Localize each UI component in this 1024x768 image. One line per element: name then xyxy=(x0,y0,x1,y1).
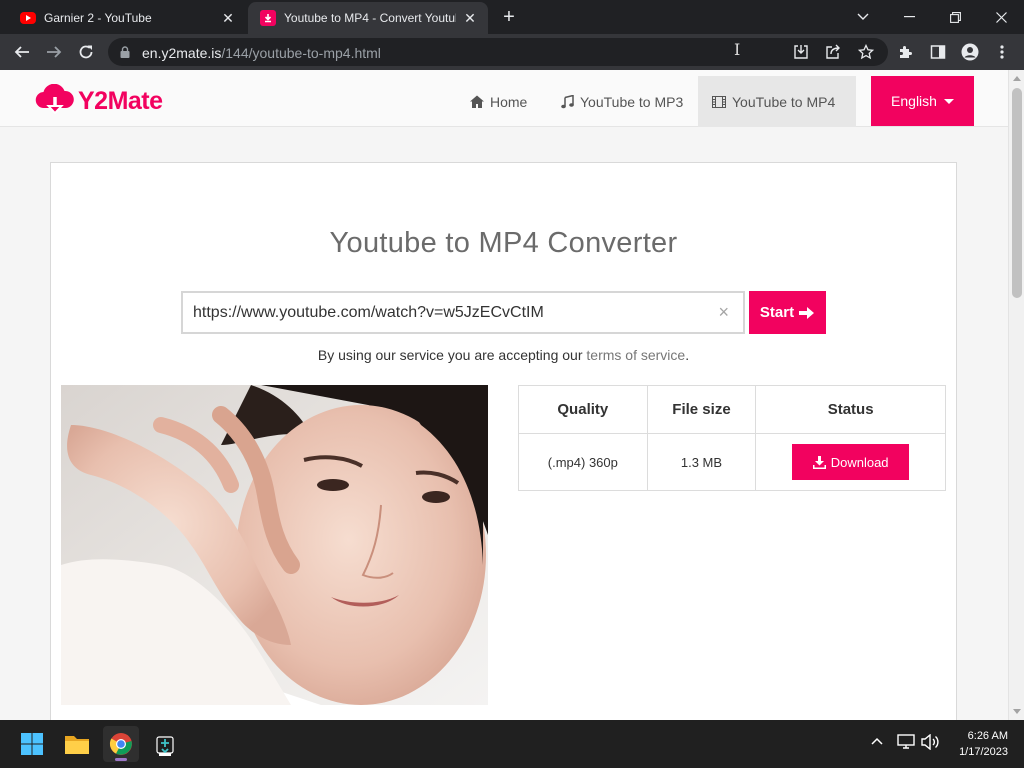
profile-avatar-icon[interactable] xyxy=(958,40,982,64)
clock-time: 6:26 AM xyxy=(967,730,1008,742)
share-icon[interactable] xyxy=(821,40,845,64)
clock-date: 1/17/2023 xyxy=(959,746,1008,758)
chrome-menu-icon[interactable] xyxy=(990,40,1014,64)
scrollbar-thumb[interactable] xyxy=(1012,88,1022,298)
cell-file-size: 1.3 MB xyxy=(646,433,757,491)
page-title: Youtube to MP4 Converter xyxy=(329,227,678,259)
nav-mp4-label: YouTube to MP4 xyxy=(732,93,836,110)
bookmark-star-icon[interactable] xyxy=(854,40,878,64)
close-window-button[interactable] xyxy=(978,0,1024,34)
clear-input-icon[interactable]: × xyxy=(718,302,729,323)
show-hidden-icons-chevron-icon[interactable] xyxy=(870,734,884,753)
browser-toolbar: en.y2mate.is/144/youtube-to-mp4.html xyxy=(0,34,1024,70)
site-logo[interactable]: Y2Mate xyxy=(34,84,163,118)
address-bar[interactable]: en.y2mate.is/144/youtube-to-mp4.html xyxy=(108,38,888,66)
install-app-icon[interactable] xyxy=(789,40,813,64)
nav-youtube-to-mp3[interactable]: YouTube to MP3 xyxy=(547,76,697,127)
home-icon xyxy=(470,95,484,108)
url-input[interactable] xyxy=(193,302,703,324)
terms-suffix: . xyxy=(685,347,690,363)
download-icon xyxy=(812,455,826,469)
back-icon[interactable] xyxy=(10,40,34,64)
new-tab-button[interactable]: + xyxy=(498,7,520,28)
browser-tab-y2mate[interactable]: Youtube to MP4 - Convert Youtub ✕ xyxy=(248,2,488,34)
tab-search-icon[interactable] xyxy=(840,0,886,34)
extensions-puzzle-icon[interactable] xyxy=(894,40,918,64)
tab-title: Youtube to MP4 - Convert Youtub xyxy=(284,11,456,25)
terms-notice: By using our service you are accepting o… xyxy=(51,347,956,363)
volume-icon[interactable] xyxy=(921,733,939,755)
close-tab-icon[interactable]: ✕ xyxy=(462,10,478,26)
header-status: Status xyxy=(755,385,946,434)
terms-prefix: By using our service you are accepting o… xyxy=(317,347,583,363)
restore-button[interactable] xyxy=(932,0,978,34)
text-cursor-icon: I xyxy=(734,40,741,59)
chrome-app-icon[interactable] xyxy=(103,726,139,762)
music-note-icon xyxy=(561,94,574,108)
windows-taskbar: 6:26 AM 1/17/2023 xyxy=(0,720,1024,768)
start-label: Start xyxy=(759,304,795,321)
results-table: Quality File size Status (.mp4) 360p 1.3… xyxy=(518,385,946,491)
header-file-size: File size xyxy=(646,385,757,434)
start-button[interactable]: Start xyxy=(749,291,826,334)
lock-icon xyxy=(120,46,130,58)
language-label: English xyxy=(891,93,937,109)
table-header-row: Quality File size Status xyxy=(518,385,946,434)
scroll-down-icon[interactable] xyxy=(1013,709,1021,714)
forward-icon[interactable] xyxy=(42,40,66,64)
reload-icon[interactable] xyxy=(74,40,98,64)
url-text: en.y2mate.is/144/youtube-to-mp4.html xyxy=(142,45,381,61)
close-tab-icon[interactable]: ✕ xyxy=(220,10,236,26)
film-icon xyxy=(712,95,726,108)
cell-status: Download xyxy=(755,433,946,491)
arrow-right-icon xyxy=(799,306,815,319)
download-button[interactable]: Download xyxy=(792,444,910,480)
page-scrollbar[interactable] xyxy=(1008,70,1024,720)
y2mate-favicon-icon xyxy=(260,10,276,26)
nav-home[interactable]: Home xyxy=(456,76,541,127)
cell-quality: (.mp4) 360p xyxy=(518,433,648,491)
url-input-box[interactable]: × xyxy=(181,291,745,334)
terms-of-service-link[interactable]: terms of service xyxy=(586,347,685,363)
logo-text: Y2Mate xyxy=(78,86,163,115)
nav-home-label: Home xyxy=(490,93,528,110)
table-row: (.mp4) 360p 1.3 MB Download xyxy=(518,433,946,491)
system-clock[interactable]: 6:26 AM 1/17/2023 xyxy=(959,728,1008,760)
start-menu-icon[interactable] xyxy=(14,726,50,762)
header-quality: Quality xyxy=(518,385,648,434)
youtube-favicon-icon xyxy=(20,12,36,24)
site-navbar: Y2Mate Home YouTube to MP3 YouTube to MP… xyxy=(0,70,1008,127)
tab-strip: Garnier 2 - YouTube ✕ Youtube to MP4 - C… xyxy=(0,0,1024,34)
browser-tab-youtube[interactable]: Garnier 2 - YouTube ✕ xyxy=(8,2,246,34)
minimize-button[interactable] xyxy=(886,0,932,34)
side-panel-icon[interactable] xyxy=(926,40,950,64)
active-app-indicator xyxy=(115,758,127,761)
converter-card: Youtube to MP4 Converter × Start By usin… xyxy=(50,162,957,720)
file-explorer-icon[interactable] xyxy=(59,726,95,762)
cloud-download-icon xyxy=(35,84,74,115)
page-viewport: Y2Mate Home YouTube to MP3 YouTube to MP… xyxy=(0,70,1008,720)
store-app-icon[interactable] xyxy=(147,726,183,762)
nav-youtube-to-mp4[interactable]: YouTube to MP4 xyxy=(698,76,856,127)
scroll-up-icon[interactable] xyxy=(1013,76,1021,81)
language-dropdown[interactable]: English xyxy=(871,76,974,126)
download-label: Download xyxy=(830,454,889,470)
caret-down-icon xyxy=(943,98,954,104)
video-thumbnail xyxy=(61,385,488,705)
network-icon[interactable] xyxy=(897,734,915,755)
tab-title: Garnier 2 - YouTube xyxy=(44,11,152,25)
nav-mp3-label: YouTube to MP3 xyxy=(580,93,684,110)
